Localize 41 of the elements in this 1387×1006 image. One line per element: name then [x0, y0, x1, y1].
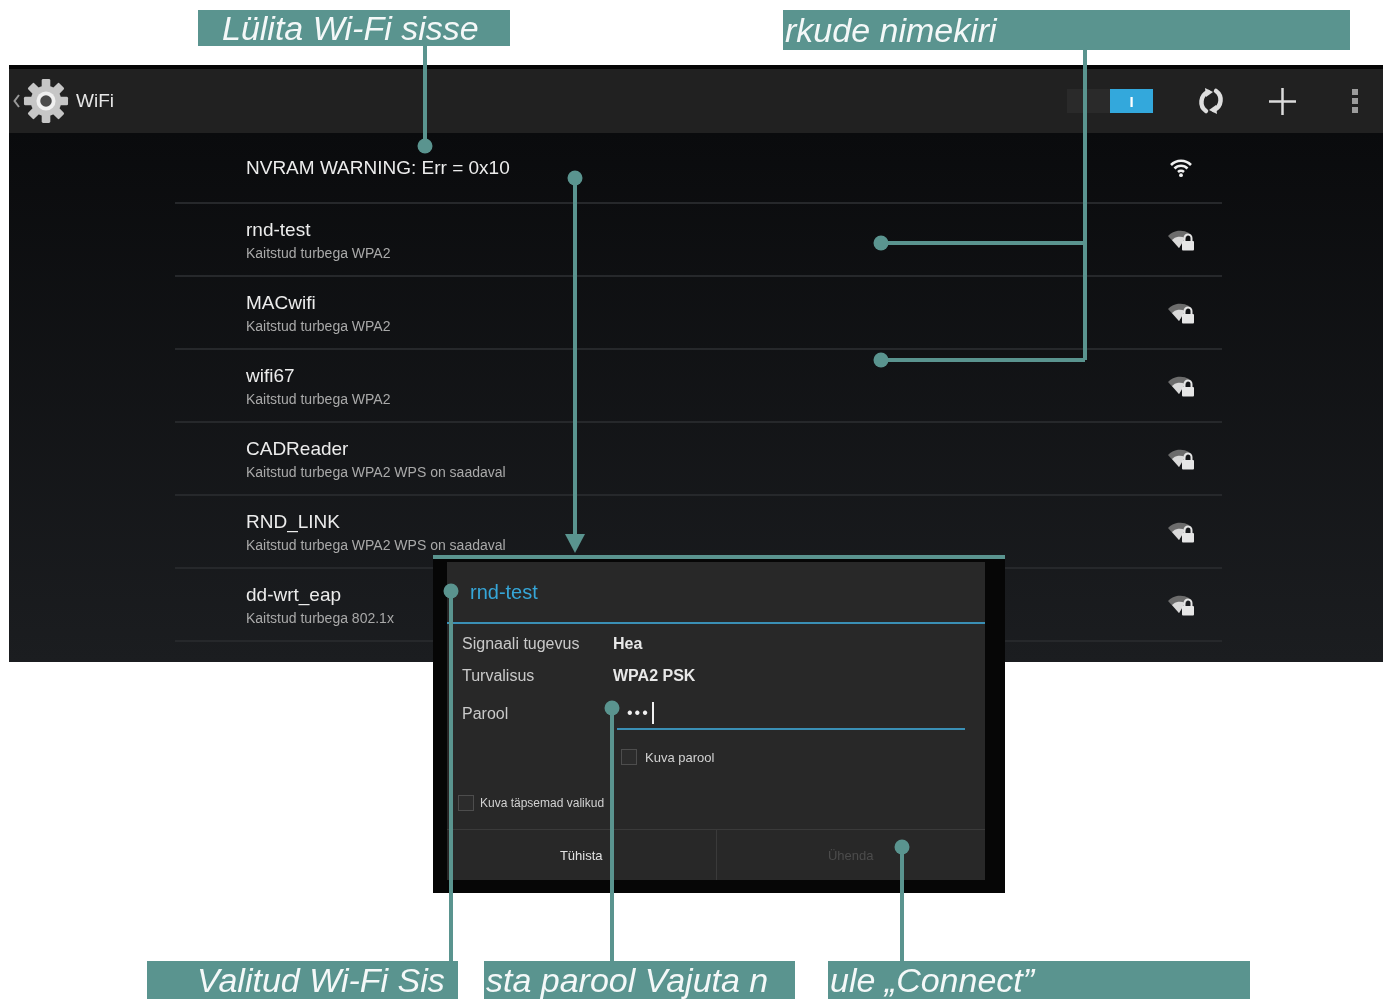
network-security: Kaitstud turbega WPA2: [246, 318, 391, 334]
network-security: Kaitstud turbega 802.1x: [246, 610, 394, 626]
refresh-icon[interactable]: [1197, 86, 1225, 116]
dialog-title: rnd-test: [470, 580, 538, 604]
screen-title: WiFi: [76, 90, 114, 112]
network-security: Kaitstud turbega WPA2 WPS on saadaval: [246, 464, 506, 480]
network-name: CADReader: [246, 437, 349, 460]
callout-label: ule „Connect”: [828, 961, 1250, 999]
checkbox-label: Kuva täpsemad valikud: [480, 796, 605, 810]
network-name: wifi67: [246, 364, 295, 387]
add-icon[interactable]: [1268, 86, 1297, 116]
checkbox[interactable]: [621, 749, 637, 765]
network-security: Kaitstud turbega WPA2: [246, 391, 391, 407]
network-security: Kaitstud turbega WPA2: [246, 245, 391, 261]
network-name: rnd-test: [246, 218, 311, 241]
network-name: MACwifi: [246, 291, 316, 314]
detail-value: Hea: [613, 635, 643, 653]
callout-label: Valitud Wi-Fi Sis: [147, 961, 458, 999]
overflow-menu-icon[interactable]: [1352, 89, 1358, 113]
detail-label: Signaali tugevus: [462, 635, 581, 653]
callout-label: Lülita Wi-Fi sisse: [198, 10, 510, 46]
text-cursor-icon: [651, 702, 654, 724]
field-label: Parool: [462, 705, 510, 723]
network-row[interactable]: wifi67 Kaitstud turbega WPA2: [175, 350, 1222, 423]
network-name: dd-wrt_eap: [246, 583, 342, 606]
detail-label: Turvalisus: [462, 667, 536, 685]
dialog-button[interactable]: Tühista: [447, 830, 716, 880]
chevron-icon[interactable]: [13, 94, 20, 108]
network-row[interactable]: rnd-test Kaitstud turbega WPA2: [175, 204, 1222, 277]
checkbox-label: Kuva parool: [645, 749, 715, 765]
network-name: RND_LINK: [246, 510, 340, 533]
checkbox[interactable]: [458, 795, 474, 811]
gear-icon[interactable]: [23, 78, 69, 124]
detail-value: WPA2 PSK: [613, 667, 696, 685]
callout-label: sta parool Vajuta n: [484, 961, 795, 999]
network-security: Kaitstud turbega WPA2 WPS on saadaval: [246, 537, 506, 553]
network-row[interactable]: MACwifi Kaitstud turbega WPA2: [175, 277, 1222, 350]
callout-label: rkude nimekiri: [783, 10, 1350, 50]
network-name: NVRAM WARNING: Err = 0x10: [246, 156, 510, 179]
password-field[interactable]: •••: [617, 698, 965, 730]
network-row[interactable]: CADReader Kaitstud turbega WPA2 WPS on saadaval: [175, 423, 1222, 496]
